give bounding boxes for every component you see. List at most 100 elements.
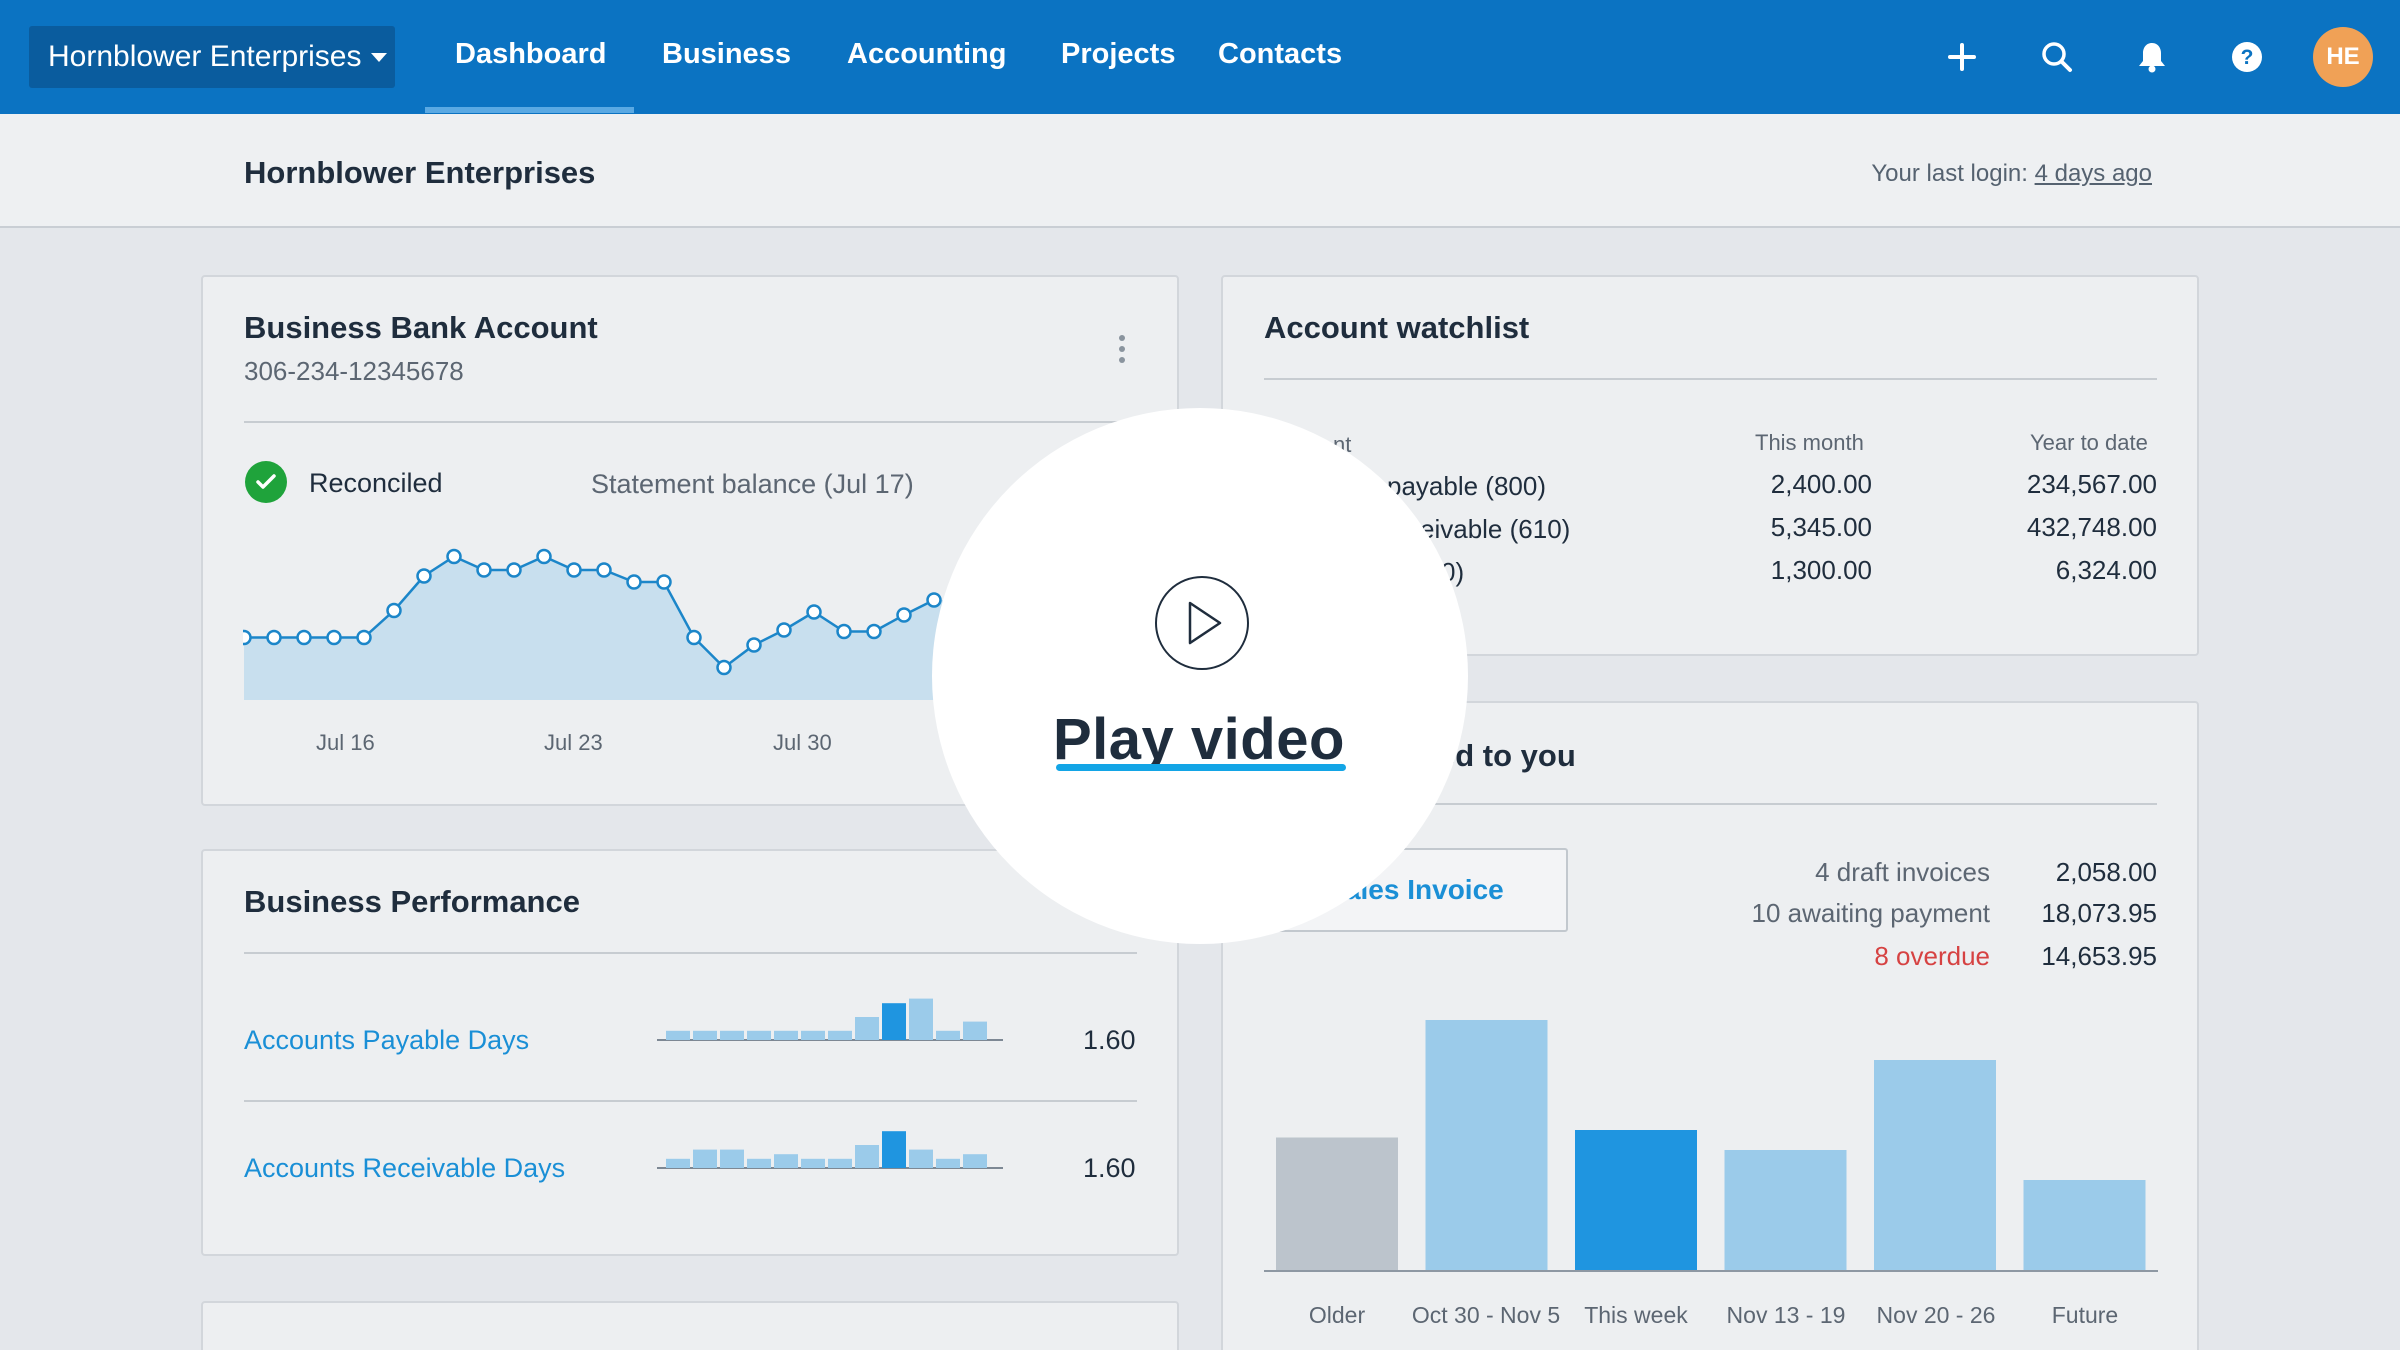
nav-business[interactable]: Business xyxy=(662,38,791,71)
next-card xyxy=(201,1301,1179,1350)
nav-dashboard[interactable]: Dashboard xyxy=(455,38,606,71)
sparkbar xyxy=(963,1021,987,1040)
bell-icon[interactable] xyxy=(2129,34,2175,80)
x-tick-label: Jul 16 xyxy=(316,730,375,755)
sparkbar xyxy=(828,1030,852,1040)
play-video-label[interactable]: Play video xyxy=(1053,706,1345,773)
draft-invoices-link[interactable]: 4 draft invoices xyxy=(1640,857,1990,888)
active-tab-indicator xyxy=(425,107,634,113)
watchlist-title[interactable]: Account watchlist xyxy=(1264,310,1529,346)
sparkbar xyxy=(774,1154,798,1168)
balance-point xyxy=(776,622,792,638)
organisation-name: Hornblower Enterprises xyxy=(48,40,362,73)
balance-point xyxy=(626,574,642,590)
balance-point xyxy=(416,568,432,584)
draft-invoices-value: 2,058.00 xyxy=(2055,857,2157,887)
last-login-link[interactable]: 4 days ago xyxy=(2035,160,2152,187)
organisation-switcher[interactable]: Hornblower Enterprises xyxy=(29,26,395,88)
last-login-prefix: Your last login: xyxy=(1871,160,2035,187)
nav-contacts[interactable]: Contacts xyxy=(1218,38,1342,71)
balance-point xyxy=(806,604,822,620)
more-options-icon[interactable] xyxy=(1119,335,1125,363)
nav-accounting[interactable]: Accounting xyxy=(847,38,1007,71)
balance-point xyxy=(243,629,252,646)
balance-point xyxy=(536,548,552,565)
balance-point xyxy=(686,629,702,646)
balance-point xyxy=(386,602,402,619)
sparkbar xyxy=(720,1149,744,1168)
accounts-receivable-days-link[interactable]: Accounts Receivable Days xyxy=(244,1153,565,1184)
bar-category-label: Oct 30 - Nov 5 xyxy=(1411,1302,1561,1328)
caret-down-icon xyxy=(371,52,388,62)
balance-point xyxy=(296,629,312,646)
overdue-link[interactable]: 8 overdue xyxy=(1640,941,1990,972)
balance-point xyxy=(356,629,372,646)
sparkbar xyxy=(720,1030,744,1040)
svg-text:?: ? xyxy=(2241,46,2254,69)
sparkbar xyxy=(963,1154,987,1168)
performance-divider xyxy=(244,952,1137,954)
sparkbar xyxy=(855,1017,879,1040)
sparkbar xyxy=(828,1158,852,1168)
sparkbar xyxy=(666,1030,690,1040)
bank-account-title[interactable]: Business Bank Account xyxy=(244,310,598,346)
sparkbar xyxy=(666,1158,690,1168)
sparkbar xyxy=(855,1145,879,1168)
invoice-bar xyxy=(1874,1060,1996,1270)
performance-title[interactable]: Business Performance xyxy=(244,884,580,920)
this-month-header: This month xyxy=(1755,430,1864,455)
invoices-owed-bar-chart xyxy=(1264,1020,2158,1272)
sparkbar xyxy=(747,1158,771,1168)
play-video-underline xyxy=(1056,764,1346,771)
watchlist-divider xyxy=(1264,378,2157,380)
overdue-value: 14,653.95 xyxy=(2041,941,2157,971)
invoice-bar xyxy=(1425,1020,1548,1270)
invoice-bar xyxy=(1575,1130,1697,1270)
search-icon[interactable] xyxy=(2034,34,2080,80)
plus-icon[interactable] xyxy=(1939,34,1985,80)
balance-point xyxy=(896,607,912,623)
play-video-overlay[interactable] xyxy=(932,408,1468,944)
watchlist-account-name[interactable]: payable (800) xyxy=(1387,471,1546,502)
performance-row-divider xyxy=(244,1100,1137,1102)
sparkbar xyxy=(801,1158,825,1168)
balance-point xyxy=(746,637,762,653)
balance-point xyxy=(446,548,462,565)
play-icon[interactable] xyxy=(1155,576,1249,670)
balance-point xyxy=(266,629,282,646)
x-tick-label: Jul 30 xyxy=(773,730,832,755)
watchlist-ytd-value: 234,567.00 xyxy=(2026,469,2157,499)
sparkbar xyxy=(882,1003,906,1040)
accounts-payable-days-link[interactable]: Accounts Payable Days xyxy=(244,1025,529,1056)
account-number: 306-234-12345678 xyxy=(244,356,464,386)
invoice-bar xyxy=(1276,1137,1398,1270)
sparkbar xyxy=(936,1030,960,1040)
receivable-days-value: 1.60 xyxy=(1083,1153,1136,1183)
balance-point xyxy=(506,562,522,578)
sparkbar xyxy=(801,1030,825,1040)
balance-point xyxy=(476,562,492,578)
nav-projects[interactable]: Projects xyxy=(1061,38,1175,71)
page-title: Hornblower Enterprises xyxy=(244,155,596,190)
bar-category-label: Future xyxy=(2051,1302,2119,1328)
balance-line-chart xyxy=(243,548,963,700)
sparkbar xyxy=(936,1158,960,1168)
sparkbar xyxy=(909,998,933,1040)
top-navigation-bar: Hornblower Enterprises Dashboard Busines… xyxy=(0,0,2400,114)
balance-point xyxy=(926,592,942,608)
watchlist-account-name[interactable]: eivable (610) xyxy=(1420,514,1570,545)
help-icon[interactable]: ? xyxy=(2224,34,2270,80)
awaiting-payment-link[interactable]: 10 awaiting payment xyxy=(1640,898,1990,929)
balance-area xyxy=(244,556,963,700)
balance-point xyxy=(836,623,852,640)
user-avatar[interactable]: HE xyxy=(2313,27,2373,87)
watchlist-month-value: 1,300.00 xyxy=(1770,555,1872,585)
payable-sparkbars xyxy=(657,998,1003,1041)
balance-point xyxy=(716,659,732,676)
bar-category-label: This week xyxy=(1584,1302,1688,1328)
invoice-bar xyxy=(1724,1150,1847,1270)
watchlist-ytd-value: 432,748.00 xyxy=(2026,512,2157,542)
sparkbar xyxy=(693,1030,717,1040)
bar-category-label: Nov 20 - 26 xyxy=(1876,1302,1996,1328)
balance-point xyxy=(866,623,882,640)
